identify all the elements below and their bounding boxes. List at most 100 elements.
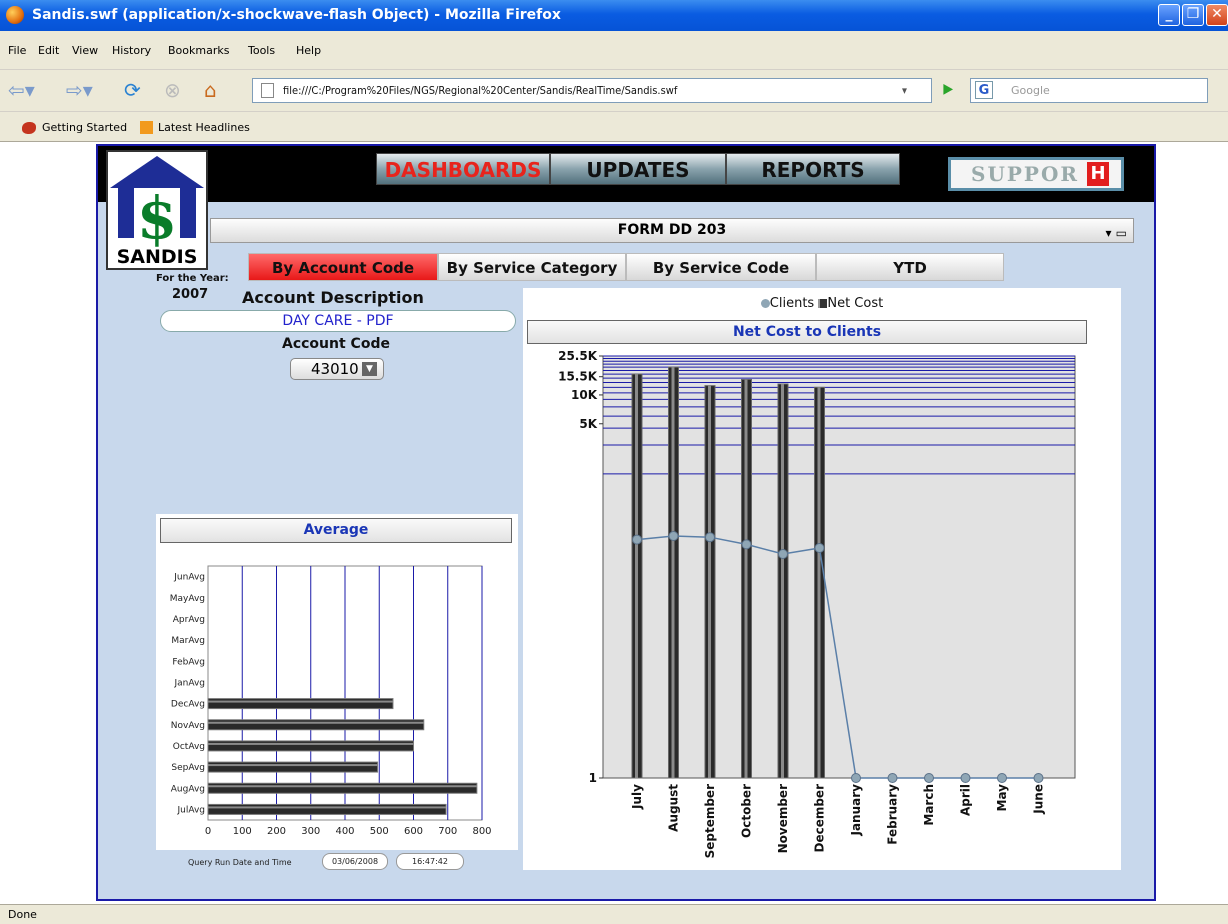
home-icon[interactable]: ⌂ <box>204 78 217 102</box>
close-button[interactable]: ✕ <box>1206 4 1228 26</box>
clients-point <box>668 531 679 541</box>
net-cost-bar-highlight <box>817 387 821 778</box>
avg-category-label: MarAvg <box>171 636 205 646</box>
bookmarks-toolbar: Getting Started Latest Headlines <box>0 111 1228 142</box>
menu-file[interactable]: File <box>8 44 26 57</box>
status-bar: Done <box>0 904 1228 924</box>
menu-tools[interactable]: Tools <box>248 44 275 57</box>
account-code-dropdown[interactable]: 43010 ▼ <box>290 358 384 380</box>
svg-text:$: $ <box>137 184 177 248</box>
minimize-button[interactable]: _ <box>1158 4 1180 26</box>
back-icon[interactable]: ⇦▾ <box>8 78 35 102</box>
main-x-tick-label: August <box>667 784 681 832</box>
query-time: 16:47:42 <box>396 853 464 870</box>
avg-x-tick-label: 600 <box>404 826 423 837</box>
chart-legend: Clients Net Cost <box>523 296 1121 311</box>
net-cost-bar-highlight <box>708 385 711 778</box>
logo-text: SANDIS <box>116 246 198 268</box>
main-y-tick-label: 1 <box>589 771 597 785</box>
legend-clients-swatch <box>760 299 770 308</box>
avg-category-label: AprAvg <box>173 615 205 625</box>
menu-edit[interactable]: Edit <box>38 44 59 57</box>
address-bar[interactable]: file:///C:/Program%20Files/NGS/Regional%… <box>252 78 953 103</box>
bookmark-getting-started[interactable]: Getting Started <box>42 121 127 134</box>
avg-bar <box>207 761 379 773</box>
main-x-tick-label: July <box>630 784 644 810</box>
avg-category-label: AugAvg <box>171 784 205 794</box>
main-x-tick-label: September <box>703 784 717 858</box>
main-y-tick-label: 15.5K <box>558 370 598 384</box>
account-description-field[interactable]: DAY CARE - PDF <box>160 310 516 332</box>
avg-bar-highlight <box>208 806 447 809</box>
bookmark-latest-headlines[interactable]: Latest Headlines <box>158 121 250 134</box>
clients-point <box>960 773 971 783</box>
clients-point <box>705 532 715 543</box>
support-button[interactable]: SUPPOR H <box>948 157 1124 191</box>
clients-point <box>814 543 825 553</box>
menu-history[interactable]: History <box>112 44 151 57</box>
avg-category-label: DecAvg <box>171 700 205 710</box>
menu-help[interactable]: Help <box>296 44 321 57</box>
main-y-tick-label: 5K <box>579 417 597 431</box>
main-x-tick-label: April <box>959 784 973 816</box>
menu-bookmarks[interactable]: Bookmarks <box>168 44 229 57</box>
firefox-icon <box>6 6 24 24</box>
net-cost-bar-highlight <box>781 384 784 778</box>
chevron-down-icon: ▼ <box>362 362 377 376</box>
support-label: SUPPOR <box>971 162 1080 186</box>
clients-point <box>997 773 1007 783</box>
tab-ytd[interactable]: YTD <box>816 253 1004 281</box>
tab-by-service-category[interactable]: By Service Category <box>438 253 626 281</box>
nav-reports[interactable]: REPORTS <box>726 153 900 185</box>
menu-view[interactable]: View <box>72 44 98 57</box>
nav-updates[interactable]: UPDATES <box>550 153 726 185</box>
average-chart: 0 100 200 300 400 500 600 700 800 JunAvg MayAvg Apr… <box>170 565 492 837</box>
year-label: For the Year: <box>156 273 229 284</box>
history-dropdown-icon[interactable]: ▾ <box>902 79 907 102</box>
form-window-controls[interactable]: ▾ ▭ <box>1105 222 1127 245</box>
search-box[interactable]: G Google <box>970 78 1208 103</box>
search-placeholder: Google <box>1011 84 1050 97</box>
avg-x-tick-label: 0 <box>205 826 211 837</box>
net-cost-bar-highlight <box>671 367 675 778</box>
avg-bar-highlight <box>208 700 393 703</box>
forward-icon[interactable]: ⇨▾ <box>66 78 93 102</box>
restore-button[interactable]: ❐ <box>1182 4 1204 26</box>
form-title: FORM DD 203 <box>617 222 727 238</box>
avg-x-tick-label: 800 <box>472 826 491 837</box>
legend-net-cost: Net Cost <box>827 296 884 311</box>
avg-x-tick-label: 300 <box>301 826 320 837</box>
tab-by-account-code[interactable]: By Account Code <box>248 253 438 281</box>
reload-icon[interactable]: ⟳ <box>124 78 141 102</box>
clients-point <box>851 773 861 783</box>
net-cost-panel: Clients Net Cost Net Cost to Clients 1 5K… <box>523 288 1121 870</box>
window-titlebar: Sandis.swf (application/x-shockwave-flas… <box>0 0 1228 31</box>
avg-x-tick-label: 700 <box>438 826 457 837</box>
account-description-label: Account Description <box>242 288 424 307</box>
clients-point <box>741 539 752 550</box>
avg-bar <box>207 740 414 752</box>
address-text: file:///C:/Program%20Files/NGS/Regional%… <box>283 84 678 97</box>
app-header: DASHBOARDS UPDATES REPORTS SUPPOR H <box>98 146 1154 202</box>
query-run-label: Query Run Date and Time <box>188 858 292 867</box>
main-y-tick-label: 25.5K <box>558 349 598 363</box>
avg-category-label: NovAvg <box>171 721 205 731</box>
search-engine-icon[interactable]: G <box>975 81 993 99</box>
account-code-value: 43010 <box>311 360 359 378</box>
account-code-label: Account Code <box>282 336 390 352</box>
status-text: Done <box>8 908 37 921</box>
stop-icon[interactable]: ⊗ <box>164 78 181 102</box>
average-panel: Average 0 100 200 300 400 500 600 700 800 JunAvg M… <box>156 514 518 850</box>
avg-category-label: JanAvg <box>173 678 205 688</box>
tab-by-service-code[interactable]: By Service Code <box>626 253 816 281</box>
query-date: 03/06/2008 <box>322 853 388 870</box>
avg-x-tick-label: 200 <box>267 826 286 837</box>
legend-net-cost-swatch <box>818 299 828 308</box>
average-chart-title: Average <box>160 518 512 543</box>
main-x-tick-label: June <box>1032 784 1046 815</box>
go-icon[interactable]: ▶ <box>943 78 953 101</box>
menu-bar: File Edit View History Bookmarks Tools H… <box>0 31 1228 69</box>
nav-dashboards[interactable]: DASHBOARDS <box>376 153 550 185</box>
clients-point <box>1033 773 1044 783</box>
main-x-tick-label: February <box>886 784 900 845</box>
